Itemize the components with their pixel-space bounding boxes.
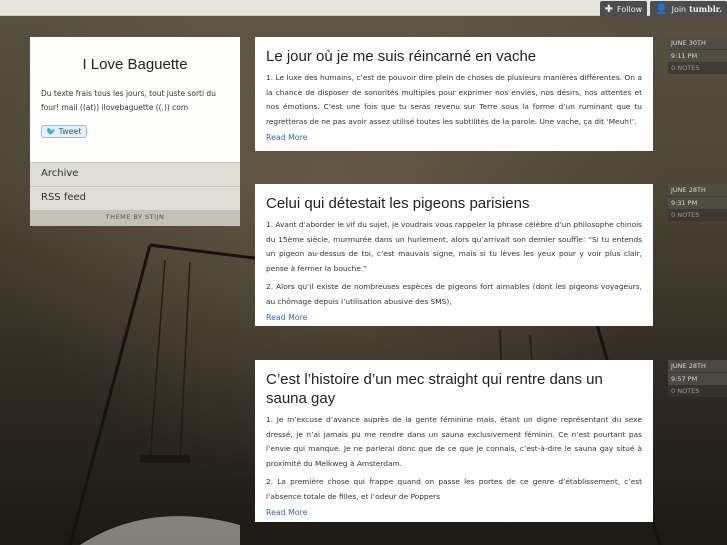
read-more-link[interactable]: Read More bbox=[266, 508, 642, 517]
follow-label: Follow bbox=[617, 4, 643, 14]
join-label: Join bbox=[671, 4, 687, 14]
post-card: C’est l’histoire d’un mec straight qui r… bbox=[255, 360, 653, 522]
blog-description: Du texte frais tous les jours, tout just… bbox=[41, 89, 216, 112]
tweet-label: Tweet bbox=[58, 127, 82, 136]
post-time[interactable]: 9:11 PM bbox=[668, 49, 727, 62]
post-title[interactable]: C’est l’histoire d’un mec straight qui r… bbox=[266, 370, 642, 408]
post-notes[interactable]: 0 NOTES bbox=[668, 209, 727, 221]
blog-info-card: I Love Baguette Du texte frais tous les … bbox=[30, 37, 240, 162]
user-icon: 👤 bbox=[655, 3, 668, 15]
post-date[interactable]: JUNE 28TH bbox=[668, 360, 727, 372]
twitter-bird-icon: 🐦 bbox=[46, 127, 56, 136]
post-meta: JUNE 30TH 9:11 PM 0 NOTES bbox=[668, 37, 727, 74]
post-title[interactable]: Le jour où je me suis réincarné en vache bbox=[266, 47, 642, 66]
post-title[interactable]: Celui qui détestait les pigeons parisien… bbox=[266, 194, 642, 213]
read-more-link[interactable]: Read More bbox=[266, 133, 642, 142]
post-paragraph: 1. Le luxe des humains, c’est de pouvoir… bbox=[266, 73, 642, 126]
tweet-button[interactable]: 🐦 Tweet bbox=[41, 125, 87, 138]
post-card: Le jour où je me suis réincarné en vache… bbox=[255, 37, 653, 151]
follow-button[interactable]: ✚ Follow bbox=[599, 1, 648, 17]
post-date[interactable]: JUNE 28TH bbox=[668, 184, 727, 196]
tumblr-controls: ✚ Follow 👤 Join tumblr. bbox=[599, 1, 727, 17]
read-more-link[interactable]: Read More bbox=[266, 313, 642, 322]
sidebar: I Love Baguette Du texte frais tous les … bbox=[30, 37, 240, 226]
post-paragraph: 1. Je m’excuse d’avance auprès de la gen… bbox=[266, 415, 642, 468]
post-card: Celui qui détestait les pigeons parisien… bbox=[255, 184, 653, 326]
post-time[interactable]: 9:31 PM bbox=[668, 196, 727, 209]
sidebar-item-archive[interactable]: Archive bbox=[30, 162, 240, 186]
top-bar: ✚ Follow 👤 Join tumblr. bbox=[0, 0, 727, 17]
post-notes[interactable]: 0 NOTES bbox=[668, 62, 727, 74]
post-paragraph: 1. Avant d’aborder le vif du sujet, je v… bbox=[266, 220, 642, 273]
sidebar-item-rss-feed[interactable]: RSS feed bbox=[30, 186, 240, 210]
post-paragraph: 2. La première chose qui frappe quand on… bbox=[266, 477, 642, 501]
post-paragraph: 2. Alors qu’il existe de nombreuses espè… bbox=[266, 282, 642, 306]
post-notes[interactable]: 0 NOTES bbox=[668, 385, 727, 397]
join-tumblr-button[interactable]: 👤 Join tumblr. bbox=[650, 1, 727, 17]
theme-credit[interactable]: THEME BY STIJN bbox=[30, 210, 240, 226]
tumblr-brand: tumblr. bbox=[689, 4, 722, 14]
blog-title[interactable]: I Love Baguette bbox=[41, 56, 229, 73]
post-date[interactable]: JUNE 30TH bbox=[668, 37, 727, 49]
plus-icon: ✚ bbox=[604, 3, 614, 15]
post-meta: JUNE 28TH 9:57 PM 0 NOTES bbox=[668, 360, 727, 397]
post-time[interactable]: 9:57 PM bbox=[668, 372, 727, 385]
post-meta: JUNE 28TH 9:31 PM 0 NOTES bbox=[668, 184, 727, 221]
